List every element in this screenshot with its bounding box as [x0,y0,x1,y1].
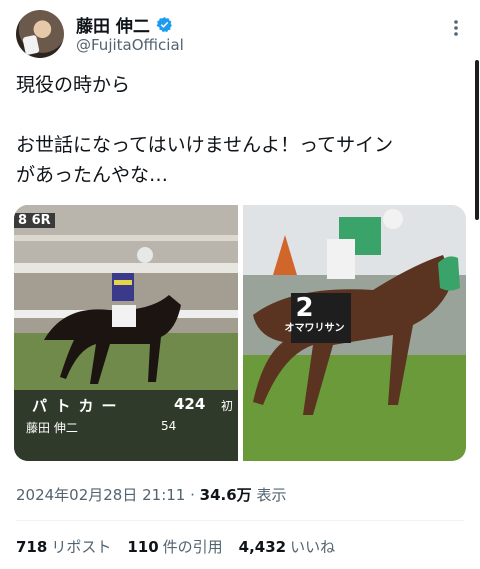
more-dots-icon[interactable] [446,18,466,38]
reposts-count: 718 [16,538,48,556]
tweet-text: 現役の時から お世話になってはいけませんよ！ってサイン があったんやな… [16,74,394,186]
photo-omawarisan[interactable]: 2 オマワリサン [242,205,467,461]
tweet-datetime[interactable]: 2024年02月28日 21:11 [16,486,185,504]
avatar[interactable] [16,10,64,58]
race-label: 8 6R [14,213,55,228]
photo-omawarisan-image [242,205,466,461]
views-label: 表示 [251,486,287,504]
media-grid[interactable]: 8 6R パトカー 424 初 藤田 伸二 54 2 オマワリサン [14,205,466,461]
quotes-stat[interactable]: 110 件の引用 [127,536,222,557]
author-name[interactable]: 藤田 伸二 [76,12,150,37]
verified-badge-icon [156,17,172,33]
horse-weight: 424 [174,395,206,413]
likes-label: いいね [290,538,336,556]
quotes-count: 110 [127,538,159,556]
meta-separator: · [185,486,200,504]
quotes-label: 件の引用 [162,538,223,556]
horse-name-caption: パトカー [32,397,125,415]
saddle-horse-name: オマワリサン [284,323,345,334]
reposts-stat[interactable]: 718 リポスト [16,536,111,557]
author-handle[interactable]: @FujitaOfficial [76,36,184,54]
scrollbar[interactable] [475,60,479,220]
jockey-name: 藤田 伸二 [26,421,78,435]
first-start-mark: 初 [221,399,234,413]
tweet-meta: 2024年02月28日 21:11 · 34.6万 表示 [16,484,286,505]
reposts-label: リポスト [51,538,112,556]
jockey-weight: 54 [161,419,177,433]
view-count: 34.6万 [199,486,252,504]
engagement-stats: 718 リポスト 110 件の引用 4,432 いいね [16,536,335,557]
photo-patoka[interactable]: 8 6R パトカー 424 初 藤田 伸二 54 [14,205,238,461]
author-row: 藤田 伸二 [76,12,173,37]
likes-count: 4,432 [238,538,287,556]
divider [16,520,464,521]
likes-stat[interactable]: 4,432 いいね [239,536,335,557]
